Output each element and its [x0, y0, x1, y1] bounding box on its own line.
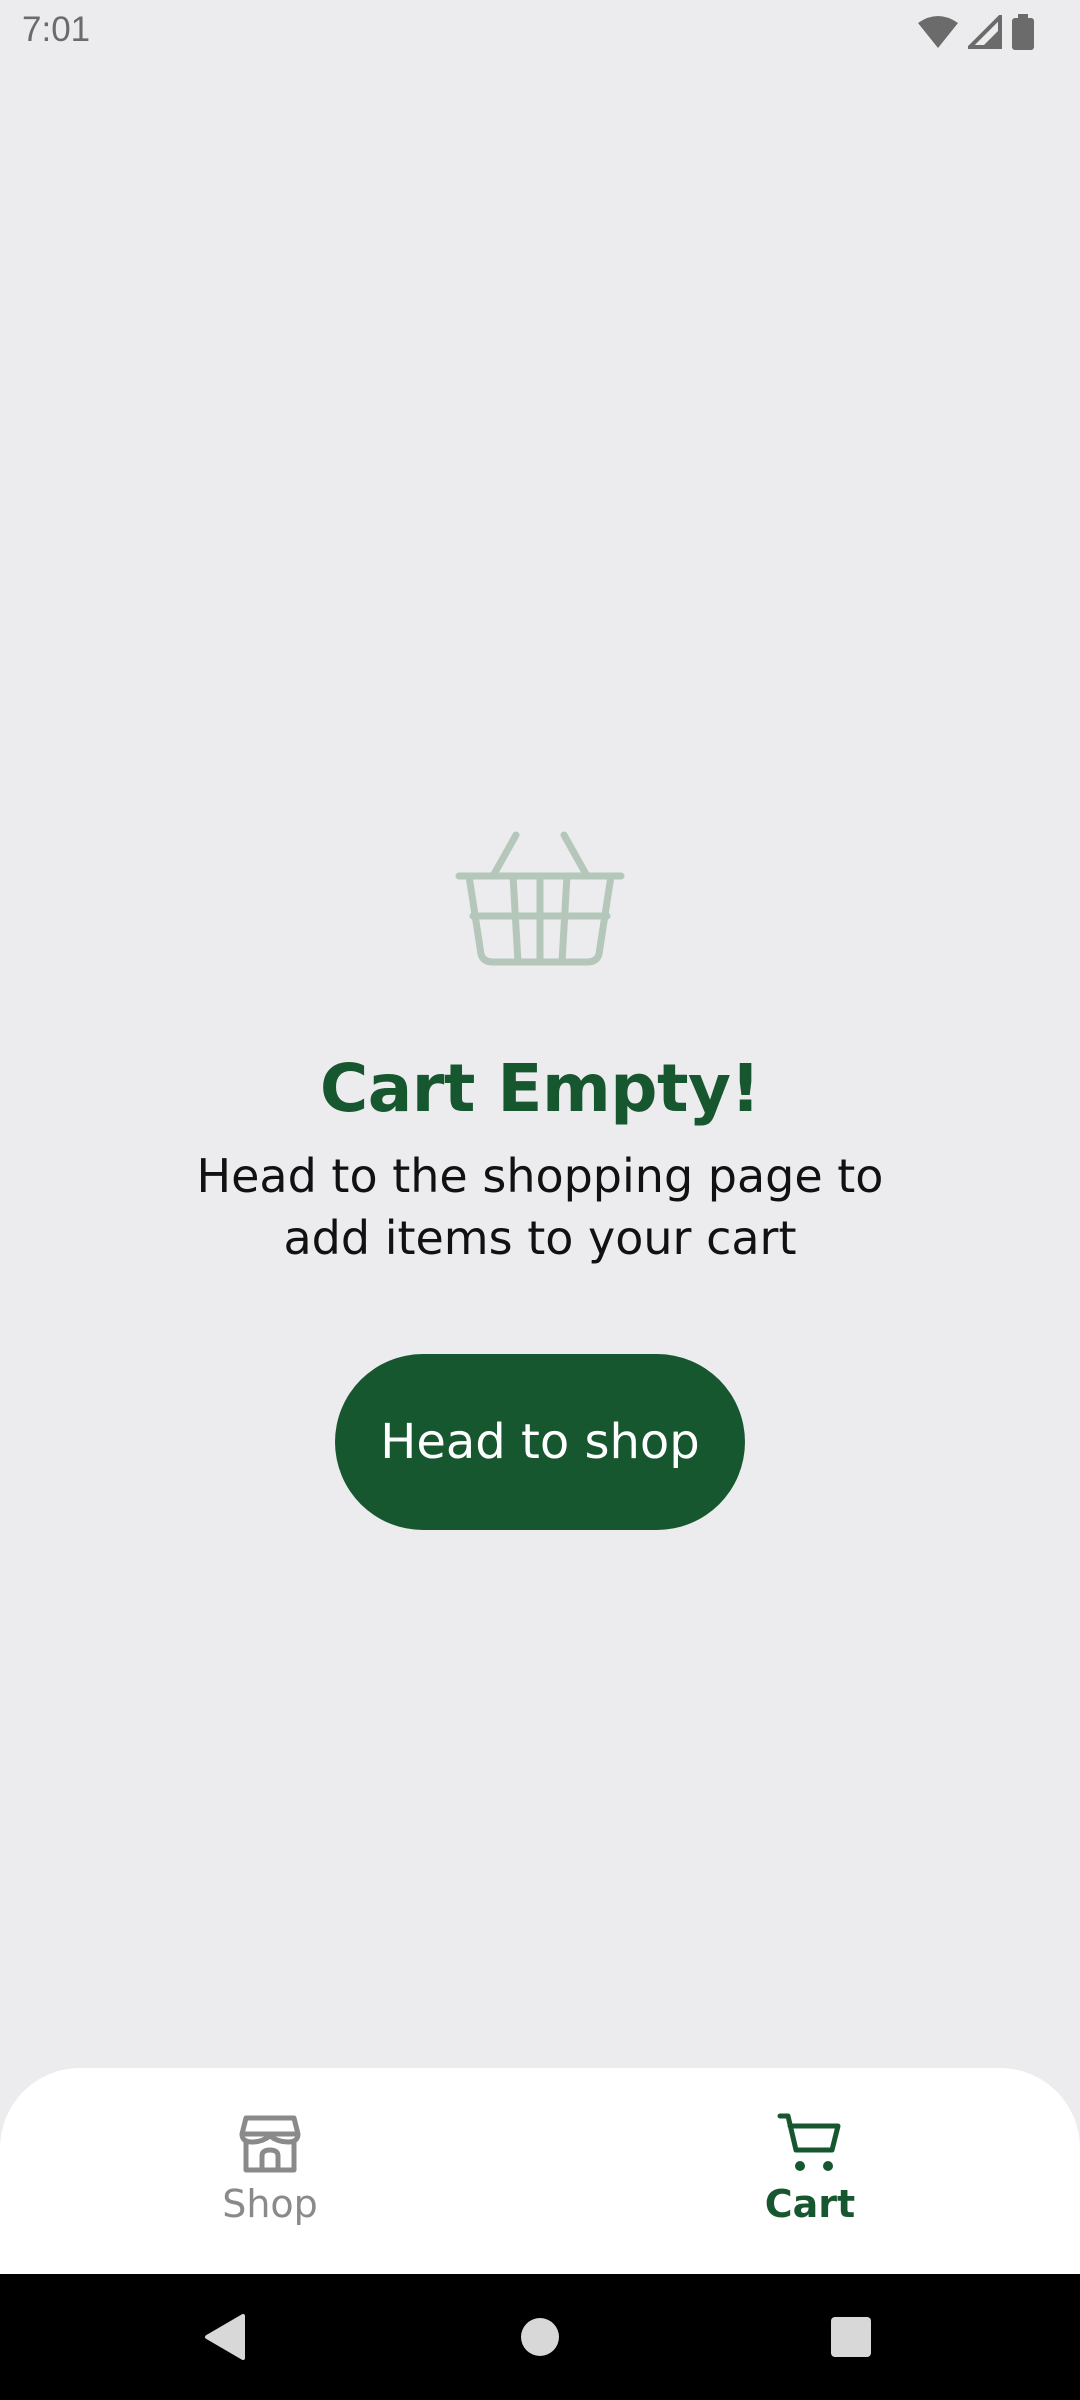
signal-icon: [968, 15, 1002, 49]
back-icon: [205, 2314, 245, 2360]
back-button[interactable]: [192, 2304, 258, 2370]
store-icon: [239, 2115, 301, 2173]
basket-icon: [455, 831, 625, 966]
home-button[interactable]: [507, 2304, 573, 2370]
empty-cart-description: Head to the shopping page to add items t…: [196, 1149, 884, 1265]
status-time: 7:01: [22, 10, 91, 49]
nav-label-shop: Shop: [222, 2182, 318, 2226]
status-icons: [918, 12, 1034, 52]
recents-button[interactable]: [818, 2304, 884, 2370]
nav-item-cart[interactable]: Cart: [710, 2110, 910, 2226]
empty-cart-title: Cart Empty!: [319, 1050, 761, 1127]
head-to-shop-button[interactable]: Head to shop: [335, 1354, 745, 1530]
wifi-icon: [918, 16, 958, 48]
recents-icon: [831, 2317, 871, 2357]
nav-label-cart: Cart: [764, 2182, 856, 2226]
bottom-navigation: Shop Cart: [0, 2068, 1080, 2274]
cart-screen: 7:01 Cart Empty! Head to the shopping pa…: [0, 0, 1080, 2400]
empty-cart-state: Cart Empty! Head to the shopping page to…: [0, 820, 1080, 1269]
system-navigation-bar: [0, 2274, 1080, 2400]
cart-icon: [777, 2113, 841, 2171]
nav-item-shop[interactable]: Shop: [170, 2110, 370, 2226]
status-bar: 7:01: [0, 0, 1080, 64]
battery-icon: [1012, 14, 1034, 50]
home-icon: [521, 2318, 559, 2356]
